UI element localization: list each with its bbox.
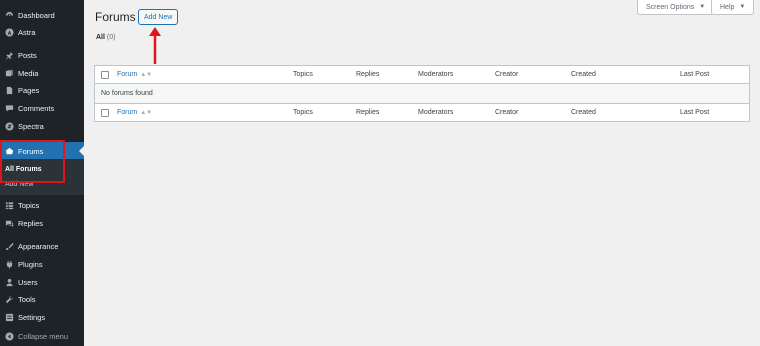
menu-item-plugins[interactable]: Plugins (0, 256, 84, 273)
column-replies: Replies (356, 71, 380, 78)
caret-down-icon: ▼ (699, 4, 706, 10)
plugins-icon (4, 260, 14, 270)
screen-options-button[interactable]: Screen Options ▼ (637, 0, 715, 15)
pages-icon (4, 86, 14, 96)
highlight-box (0, 140, 65, 183)
annotation-arrow-icon (149, 27, 161, 64)
column-moderators-footer: Moderators (418, 109, 454, 116)
menu-item-topics[interactable]: Topics (0, 197, 84, 214)
settings-icon (4, 313, 14, 323)
collapse-menu-button[interactable]: Collapse menu (0, 328, 84, 345)
table-row: No forums found (95, 84, 749, 103)
topics-icon (4, 201, 14, 211)
menu-item-settings[interactable]: Settings (0, 309, 84, 326)
pin-icon (4, 51, 14, 61)
select-all-checkbox[interactable] (101, 70, 109, 79)
menu-item-comments[interactable]: Comments (0, 100, 84, 117)
menu-item-spectra[interactable]: Spectra (0, 118, 84, 135)
appearance-icon (4, 242, 14, 252)
column-forum-footer[interactable]: Forum ▲▼ (117, 109, 152, 116)
menu-item-media[interactable]: Media (0, 65, 84, 82)
tools-icon (4, 295, 14, 305)
menu-item-posts[interactable]: Posts (0, 47, 84, 64)
admin-sidebar: Dashboard Astra Posts Media Pages Commen… (0, 0, 84, 346)
page-title: Forums (95, 10, 136, 24)
dashboard-icon (4, 11, 14, 21)
column-moderators: Moderators (418, 71, 454, 78)
column-created-footer: Created (571, 109, 596, 116)
column-replies-footer: Replies (356, 109, 380, 116)
menu-item-astra[interactable]: Astra (0, 24, 84, 41)
users-icon (4, 278, 14, 288)
forums-table: Forum ▲▼ Topics Replies Moderators Creato… (94, 65, 750, 122)
menu-item-tools[interactable]: Tools (0, 291, 84, 308)
comments-icon (4, 104, 14, 114)
menu-item-users[interactable]: Users (0, 274, 84, 291)
column-last-post: Last Post (680, 71, 710, 78)
astra-icon (4, 28, 14, 38)
menu-item-pages[interactable]: Pages (0, 82, 84, 99)
menu-item-replies[interactable]: Replies (0, 215, 84, 232)
select-all-checkbox-footer[interactable] (101, 108, 109, 117)
spectra-icon (4, 122, 14, 132)
empty-message: No forums found (101, 90, 153, 97)
table-header-row: Forum ▲▼ Topics Replies Moderators Creato… (95, 66, 749, 84)
column-creator: Creator (495, 71, 519, 78)
column-forum[interactable]: Forum ▲▼ (117, 71, 152, 78)
sort-icon: ▲▼ (140, 72, 153, 78)
caret-down-icon: ▼ (739, 4, 746, 10)
column-topics: Topics (293, 71, 313, 78)
collapse-icon (4, 332, 14, 342)
column-last-post-footer: Last Post (680, 109, 710, 116)
column-creator-footer: Creator (495, 109, 519, 116)
replies-icon (4, 219, 14, 229)
add-new-button[interactable]: Add New (138, 9, 179, 25)
filter-all[interactable]: All (0) (96, 34, 115, 41)
menu-item-dashboard[interactable]: Dashboard (0, 7, 84, 24)
sort-icon: ▲▼ (140, 110, 153, 116)
media-icon (4, 69, 14, 79)
table-footer-row: Forum ▲▼ Topics Replies Moderators Creato… (95, 103, 749, 121)
menu-item-appearance[interactable]: Appearance (0, 238, 84, 255)
column-created: Created (571, 71, 596, 78)
help-button[interactable]: Help ▼ (711, 0, 755, 15)
column-topics-footer: Topics (293, 109, 313, 116)
active-indicator (79, 146, 84, 156)
